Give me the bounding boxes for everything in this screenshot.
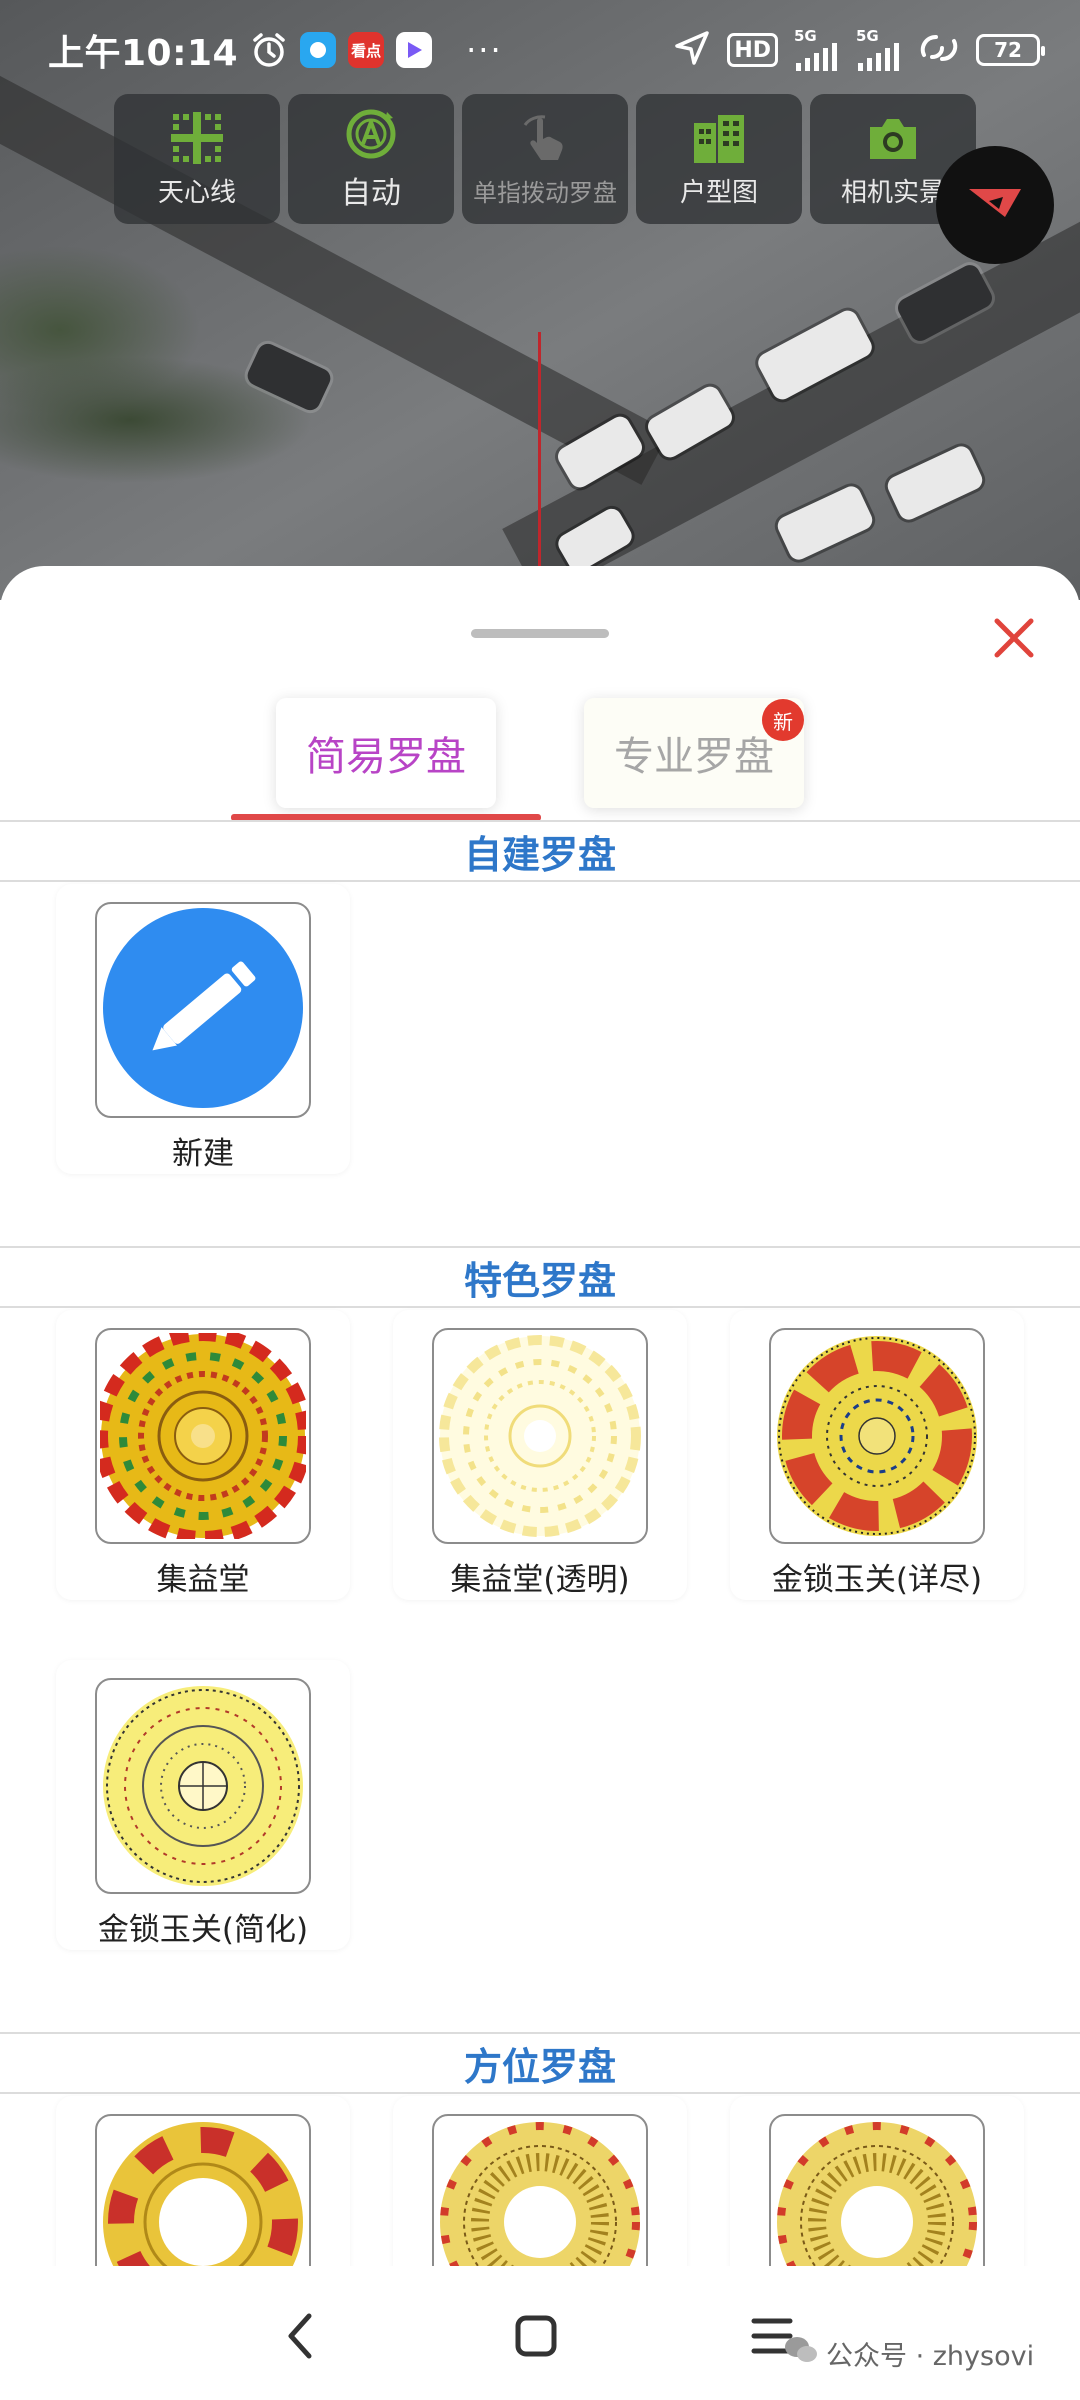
section-title-featured: 特色罗盘 <box>0 1246 1080 1308</box>
toolbar-tianxin-line-button[interactable]: 天心线 <box>114 94 280 224</box>
new-compass-thumb <box>95 902 311 1118</box>
luopan-image <box>440 2122 640 2266</box>
luopan-image <box>103 1686 303 1886</box>
camera-icon <box>866 110 920 166</box>
section-title-direction: 方位罗盘 <box>0 2032 1080 2094</box>
compass-item-label: 金锁玉关(简化) <box>97 1912 309 1948</box>
home-square-icon <box>515 2315 557 2361</box>
status-bar: 上午10:14 看点 ··· HD 5G 5G 72 <box>0 0 1080 100</box>
compass-item-jinsuoyuguan-simplified[interactable]: 金锁玉关(简化) <box>56 1660 350 1950</box>
watermark-text: 公众号 · zhysovi <box>826 2341 1035 2372</box>
section-title-custom: 自建罗盘 <box>0 820 1080 882</box>
signal-bars-icon <box>858 43 899 71</box>
compass-type-tabs: 简易罗盘 专业罗盘 <box>0 698 1080 808</box>
toolbar-floorplan-button[interactable]: 户型图 <box>636 94 802 224</box>
status-time: 上午10:14 <box>48 33 239 74</box>
toolbar-label: 户型图 <box>679 177 758 208</box>
tab-simple-compass[interactable]: 简易罗盘 <box>276 698 496 808</box>
app-notification-icon <box>300 32 337 68</box>
car <box>884 443 986 523</box>
toolbar-label: 单指拨动罗盘 <box>473 178 617 207</box>
compass-item-jiyitang-transparent[interactable]: 集益堂(透明) <box>393 1310 687 1600</box>
compass-item-direction-1[interactable] <box>56 2096 350 2266</box>
back-chevron-icon <box>285 2312 315 2364</box>
alarm-clock-icon <box>250 31 288 69</box>
map-toolbar: 天心线 自动 单指拨动罗盘 户型图 相机实景 <box>114 94 976 224</box>
luopan-image <box>103 2122 303 2266</box>
wechat-watermark: 公众号 · zhysovi <box>784 2334 1034 2373</box>
hand-swipe-icon <box>517 111 573 167</box>
signal-5g-label: 5G <box>856 27 879 45</box>
compass-needle-icon <box>965 183 1025 227</box>
compass-item-direction-3[interactable] <box>730 2096 1024 2266</box>
compass-item-label: 新建 <box>172 1136 234 1172</box>
toolbar-label: 相机实景 <box>840 177 945 208</box>
sheet-drag-handle[interactable] <box>471 629 609 638</box>
signal-bars-icon <box>796 43 837 71</box>
compass-thumb <box>769 2114 985 2266</box>
signal-5g-label: 5G <box>794 27 817 45</box>
hd-voice-badge: HD <box>727 33 778 67</box>
compass-thumb <box>769 1328 985 1544</box>
compass-item-label: 集益堂 <box>156 1562 250 1598</box>
compass-item-direction-2[interactable] <box>393 2096 687 2266</box>
toolbar-label: 自动 <box>341 176 401 211</box>
compass-item-label: 金锁玉关(详尽) <box>771 1562 983 1598</box>
close-icon <box>993 617 1035 663</box>
car <box>774 483 876 563</box>
building-icon <box>692 110 746 166</box>
luopan-image <box>100 1333 306 1539</box>
more-notifications: ··· <box>466 31 503 69</box>
compass-item-new[interactable]: 新建 <box>56 884 350 1174</box>
nav-back-button[interactable] <box>270 2308 330 2368</box>
tianxin-center-line <box>538 332 541 568</box>
wechat-icon <box>784 2335 818 2372</box>
compass-thumb <box>432 2114 648 2266</box>
kandian-app-label: 看点 <box>348 32 385 68</box>
compass-direction-button[interactable] <box>936 146 1054 264</box>
compass-picker-sheet: 简易罗盘 专业罗盘 新 自建罗盘 新建 特色罗盘 集益堂 集益堂(透明) 金锁玉… <box>0 566 1080 2266</box>
toolbar-auto-button[interactable]: 自动 <box>288 94 454 224</box>
toolbar-label: 天心线 <box>157 177 236 208</box>
car <box>244 340 334 414</box>
toolbar-finger-rotate-button[interactable]: 单指拨动罗盘 <box>462 94 628 224</box>
video-app-icon <box>396 32 433 68</box>
compass-item-jinsuoyuguan-detailed[interactable]: 金锁玉关(详尽) <box>730 1310 1024 1600</box>
auto-a-icon <box>343 106 399 162</box>
compass-thumb <box>95 1328 311 1544</box>
compass-thumb <box>95 2114 311 2266</box>
luopan-image <box>777 1336 977 1536</box>
grid-crosshair-icon <box>171 110 223 166</box>
battery-indicator: 72 <box>976 34 1045 66</box>
luopan-image <box>777 2122 977 2266</box>
new-badge: 新 <box>762 699 804 741</box>
signal-5g-2: 5G <box>856 29 902 71</box>
hotspot-link-icon <box>918 31 960 69</box>
kandian-app-icon: 看点 <box>348 32 385 68</box>
compass-item-jiyitang[interactable]: 集益堂 <box>56 1310 350 1600</box>
close-button[interactable] <box>985 611 1043 669</box>
compass-thumb <box>432 1328 648 1544</box>
nav-home-button[interactable] <box>506 2308 566 2368</box>
location-arrow-icon <box>673 29 711 71</box>
luopan-image <box>439 1335 641 1537</box>
compass-item-label: 集益堂(透明) <box>450 1562 630 1598</box>
signal-5g-1: 5G <box>794 29 840 71</box>
compass-thumb <box>95 1678 311 1894</box>
pencil-edit-icon <box>101 906 305 1114</box>
